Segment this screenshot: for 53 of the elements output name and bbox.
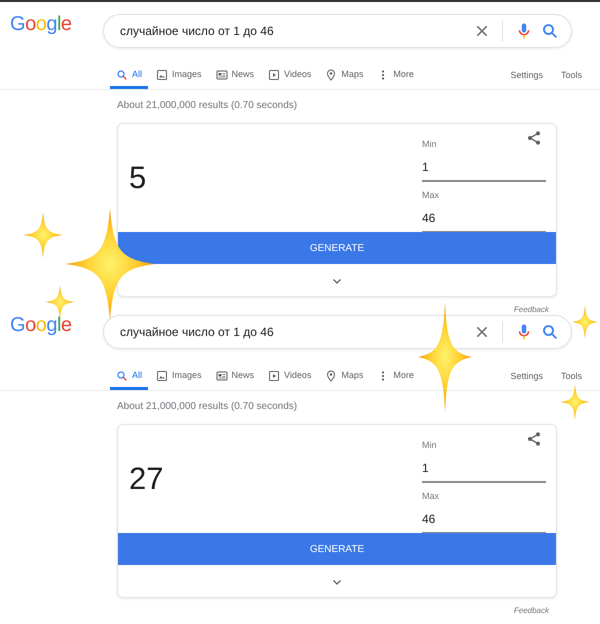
close-icon[interactable]	[474, 324, 490, 340]
search-field[interactable]: случайное число от 1 до 46	[118, 322, 466, 342]
map-pin-icon	[325, 370, 338, 382]
link[interactable]: Tools	[560, 63, 582, 89]
random-number: 5	[128, 158, 146, 197]
share-icon[interactable]	[526, 431, 542, 447]
link[interactable]: Settings	[510, 63, 543, 89]
tab[interactable]: Maps	[319, 364, 370, 390]
tab[interactable]: News	[210, 63, 260, 89]
feedback-link[interactable]: Feedback	[514, 305, 549, 314]
search-icon[interactable]	[541, 323, 559, 341]
tab[interactable]: Images	[150, 63, 208, 89]
logo[interactable]: Google	[10, 13, 72, 35]
tab[interactable]: Images	[150, 364, 208, 390]
tab[interactable]: Maps	[319, 63, 370, 89]
map-pin-icon	[325, 68, 338, 80]
sparkle-icon	[572, 305, 598, 339]
tab[interactable]: Videos	[262, 364, 318, 390]
play-icon	[268, 370, 280, 382]
newspaper-icon	[216, 68, 228, 80]
field-label: Max	[422, 189, 440, 202]
close-icon[interactable]	[474, 23, 490, 39]
play-icon	[268, 68, 280, 80]
result-stats: About 21,000,000 results (0.70 seconds)	[117, 400, 298, 414]
tab[interactable]: All	[110, 63, 148, 89]
field-label: Min	[422, 439, 437, 452]
image-icon	[156, 68, 168, 80]
search-field[interactable]: случайное число от 1 до 46	[118, 21, 466, 41]
image-icon	[156, 370, 168, 382]
link[interactable]: Tools	[560, 364, 582, 390]
search-icon	[116, 370, 128, 382]
generate-button[interactable]: GENERATE	[118, 232, 556, 264]
tab[interactable]: More	[371, 63, 420, 89]
search-bar[interactable]: случайное число от 1 до 46	[103, 315, 572, 349]
tab[interactable]: All	[110, 364, 148, 390]
search-icon	[116, 68, 128, 80]
sparkle-icon	[23, 212, 63, 258]
newspaper-icon	[216, 370, 228, 382]
result-stats: About 21,000,000 results (0.70 seconds)	[117, 99, 298, 113]
sparkle-icon	[560, 384, 590, 420]
search-bar[interactable]: случайное число от 1 до 46	[103, 14, 572, 48]
search-icon[interactable]	[541, 22, 559, 40]
logo[interactable]: Google	[10, 314, 72, 336]
tab[interactable]: More	[371, 364, 420, 390]
field-label: Max	[422, 490, 440, 503]
share-icon[interactable]	[526, 130, 542, 146]
field-label: Min	[422, 138, 437, 151]
random-number: 27	[128, 460, 164, 498]
link[interactable]: Settings	[510, 364, 543, 390]
feedback-link[interactable]: Feedback	[514, 606, 549, 615]
generate-button[interactable]: GENERATE	[118, 533, 556, 565]
tab[interactable]: News	[210, 364, 260, 390]
tab[interactable]: Videos	[262, 63, 318, 89]
